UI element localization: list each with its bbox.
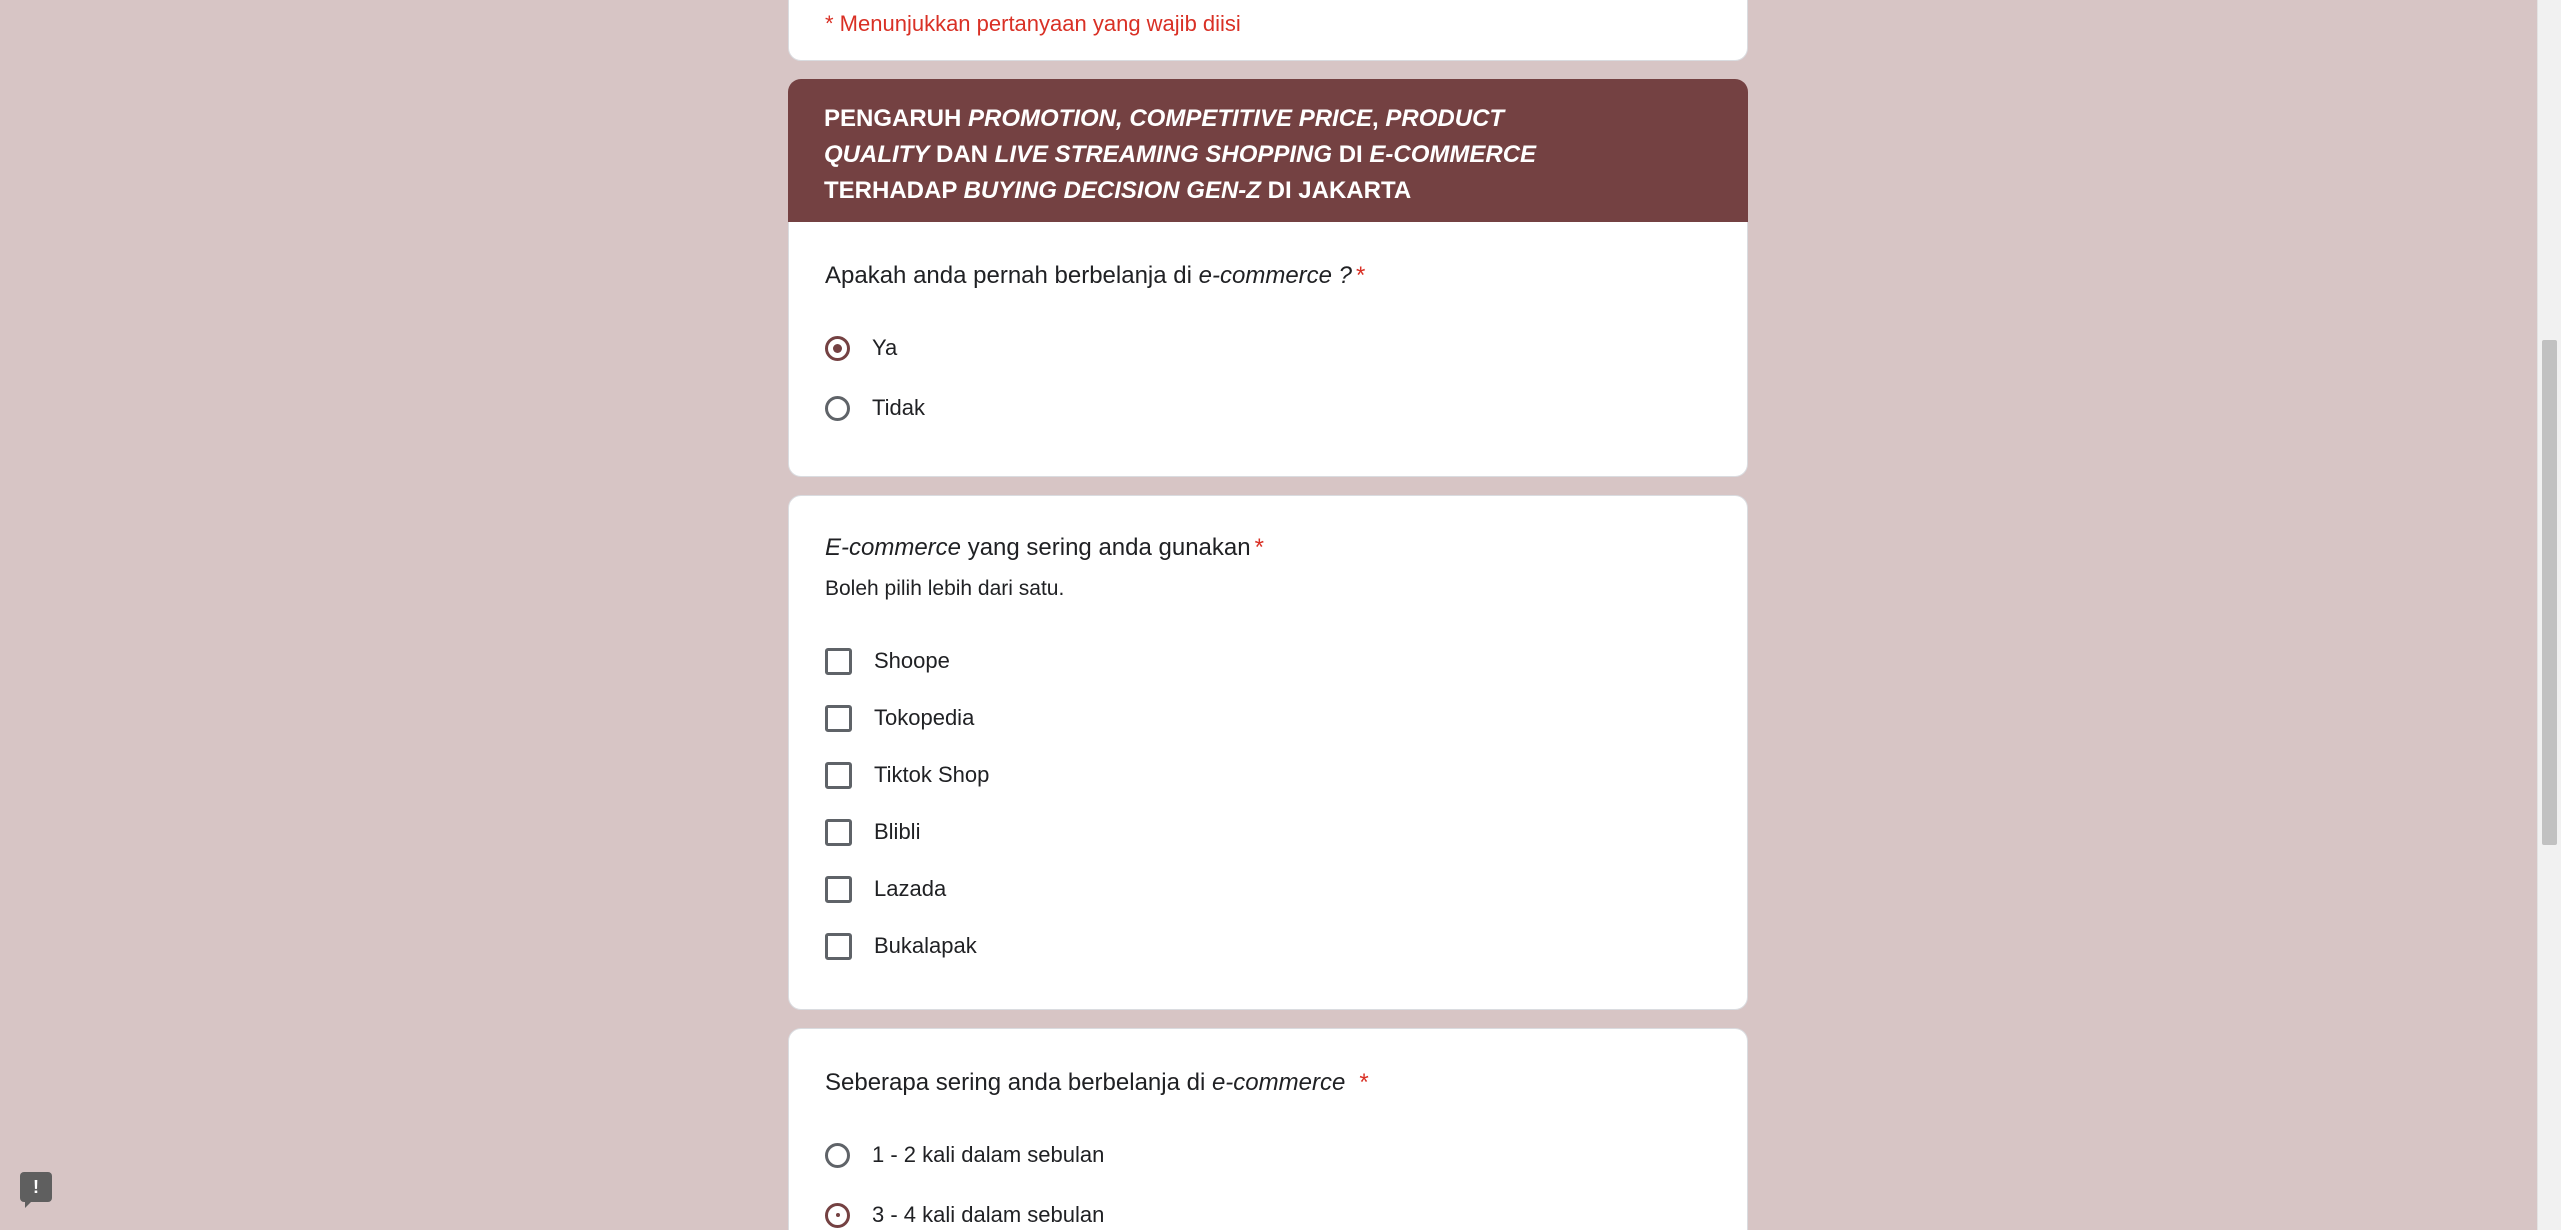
option-label: Blibli	[874, 819, 921, 844]
radio-option-ya[interactable]: Ya	[825, 328, 897, 368]
question-title: E-commerce yang sering anda gunakan *	[825, 534, 1264, 561]
option-label: Tiktok Shop	[874, 762, 990, 787]
question-title: Seberapa sering anda berbelanja di e-com…	[825, 1069, 1369, 1096]
radio-button-checked[interactable]	[825, 1202, 850, 1228]
radio-option-3-4-times[interactable]: 3 - 4 kali dalam sebulan	[825, 1195, 1104, 1230]
question-card-shopping-frequency: Seberapa sering anda berbelanja di e-com…	[788, 1028, 1748, 1230]
required-star: *	[1254, 534, 1264, 561]
section-title: PENGARUH PROMOTION, COMPETITIVE PRICE, P…	[824, 105, 1537, 204]
feedback-icon[interactable]: !	[20, 1172, 52, 1208]
checkbox[interactable]	[825, 875, 852, 903]
option-label: Shoope	[874, 648, 950, 673]
checkbox-option-blibli[interactable]: Blibli	[825, 812, 920, 852]
option-label: Lazada	[874, 876, 947, 901]
checkbox[interactable]	[825, 761, 852, 789]
form-page: * Menunjukkan pertanyaan yang wajib diis…	[0, 0, 2561, 1230]
checkbox[interactable]	[825, 647, 852, 675]
option-label: Bukalapak	[874, 933, 977, 958]
question-title: Apakah anda pernah berbelanja di e-comme…	[825, 262, 1366, 289]
checkbox[interactable]	[825, 818, 852, 846]
scrollbar-thumb[interactable]	[2542, 340, 2557, 845]
checkbox[interactable]	[825, 932, 852, 960]
checkbox[interactable]	[825, 704, 852, 732]
radio-option-tidak[interactable]: Tidak	[825, 388, 925, 428]
question-description: Boleh pilih lebih dari satu.	[825, 577, 1065, 600]
checkbox-option-tiktok-shop[interactable]: Tiktok Shop	[825, 755, 989, 795]
checkbox-option-tokopedia[interactable]: Tokopedia	[825, 698, 974, 738]
required-star: *	[1356, 262, 1366, 289]
option-label: Tokopedia	[874, 705, 975, 730]
option-label: 1 - 2 kali dalam sebulan	[872, 1142, 1105, 1167]
checkbox-option-bukalapak[interactable]: Bukalapak	[825, 926, 977, 966]
radio-button[interactable]	[825, 1142, 850, 1168]
option-label: Tidak	[872, 395, 925, 420]
radio-button-checked[interactable]	[825, 335, 850, 361]
required-note: * Menunjukkan pertanyaan yang wajib diis…	[825, 11, 1241, 36]
option-label: 3 - 4 kali dalam sebulan	[872, 1202, 1105, 1227]
radio-button[interactable]	[825, 395, 850, 421]
option-label: Ya	[872, 335, 898, 360]
question-card-ecommerce-used: E-commerce yang sering anda gunakan * Bol…	[788, 495, 1748, 1010]
required-note-card: * Menunjukkan pertanyaan yang wajib diis…	[788, 0, 1748, 61]
section-header: PENGARUH PROMOTION, COMPETITIVE PRICE, P…	[788, 79, 1748, 225]
page-scrollbar[interactable]	[2537, 0, 2561, 1230]
radio-dot	[833, 343, 842, 353]
required-star: *	[1359, 1069, 1369, 1096]
radio-dot	[835, 1213, 840, 1217]
question-card-ecommerce-experience: Apakah anda pernah berbelanja di e-comme…	[788, 222, 1748, 477]
radio-option-1-2-times[interactable]: 1 - 2 kali dalam sebulan	[825, 1135, 1104, 1175]
checkbox-option-lazada[interactable]: Lazada	[825, 869, 946, 909]
checkbox-option-shoope[interactable]: Shoope	[825, 641, 950, 681]
